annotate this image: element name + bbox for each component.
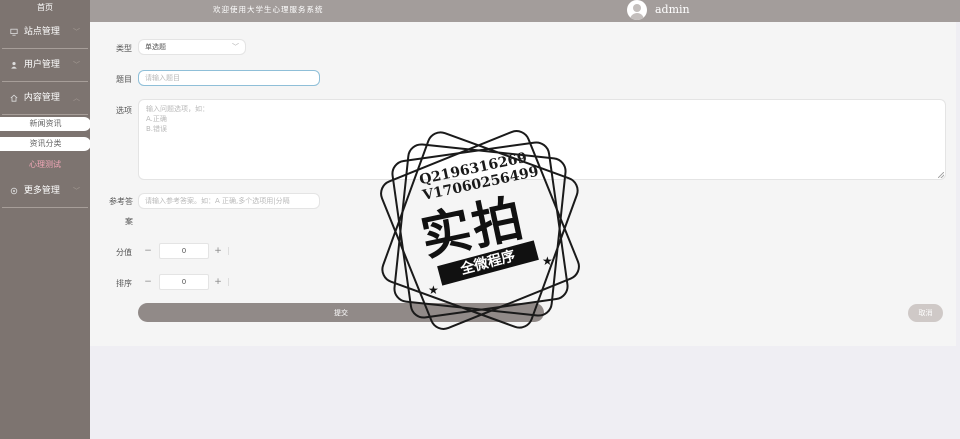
avatar-shoulder <box>630 13 644 20</box>
score-decrement-button[interactable]: − <box>138 243 158 259</box>
score-stepper[interactable]: − 0 + <box>138 243 230 259</box>
sidebar-group-site[interactable]: 站点管理 ﹀ <box>2 16 88 49</box>
sidebar-group-label: 内容管理 <box>23 93 60 103</box>
sort-increment-button[interactable]: + <box>208 274 228 290</box>
answer-input[interactable] <box>138 193 320 209</box>
sidebar-item-news[interactable]: 新闻资讯 <box>0 115 91 135</box>
sidebar-group-label: 用户管理 <box>23 60 60 70</box>
chevron-down-icon: ﹀ <box>73 61 80 69</box>
settings-icon <box>10 187 18 194</box>
sort-label: 排序 <box>116 279 132 288</box>
sidebar-group-user[interactable]: 用户管理 ﹀ <box>2 49 88 82</box>
username[interactable]: admin <box>655 0 690 20</box>
welcome-text: 欢迎使用大学生心理服务系统 <box>213 5 324 14</box>
answer-label: 参考答 <box>109 197 133 206</box>
watermark-stamp: Q2196316269 V17060256499 实拍 全微程序 ★ ★ <box>370 120 590 340</box>
chevron-down-icon: ﹀ <box>232 43 239 51</box>
title-label: 题目 <box>116 75 132 84</box>
top-header: 欢迎使用大学生心理服务系统 admin <box>90 0 960 22</box>
sidebar-group-content[interactable]: 内容管理 ︿ <box>2 82 88 115</box>
sort-decrement-button[interactable]: − <box>138 274 158 290</box>
type-select-value: 单选题 <box>145 43 166 51</box>
sort-stepper[interactable]: − 0 + <box>138 274 230 290</box>
sidebar-item-news-category[interactable]: 资讯分类 <box>0 135 91 155</box>
avatar-head <box>633 4 641 12</box>
type-select[interactable]: 单选题 ﹀ <box>138 39 246 55</box>
star-icon: ★ <box>428 283 439 297</box>
chevron-down-icon: ﹀ <box>73 187 80 195</box>
star-icon: ★ <box>542 254 553 268</box>
sidebar-item-label: 心理测试 <box>29 160 61 169</box>
sort-value[interactable]: 0 <box>159 274 209 290</box>
sidebar-group-label: 站点管理 <box>23 27 60 37</box>
title-input[interactable] <box>138 70 320 86</box>
chevron-down-icon: ﹀ <box>73 28 80 36</box>
sidebar-item-psych-test[interactable]: 心理测试 <box>0 155 90 175</box>
sidebar-group-label: 更多管理 <box>23 186 60 196</box>
cancel-button[interactable]: 取消 <box>908 304 943 322</box>
resize-handle-icon[interactable] <box>938 172 944 178</box>
stepper-divider <box>228 278 229 286</box>
answer-label-wrap: 案 <box>125 217 133 226</box>
sidebar: 首页 站点管理 ﹀ 用户管理 ﹀ 内容管理 ︿ 新闻资讯 资讯分类 心理测试 更… <box>0 0 91 439</box>
monitor-icon <box>10 28 18 36</box>
score-value[interactable]: 0 <box>159 243 209 259</box>
sidebar-item-label: 资讯分类 <box>0 137 91 151</box>
options-label: 选项 <box>116 106 132 115</box>
score-increment-button[interactable]: + <box>208 243 228 259</box>
sidebar-item-label: 新闻资讯 <box>0 117 91 131</box>
sidebar-home[interactable]: 首页 <box>0 0 90 16</box>
avatar[interactable] <box>627 0 647 20</box>
user-icon <box>11 61 17 69</box>
sidebar-group-more[interactable]: 更多管理 ﹀ <box>2 175 88 208</box>
score-label: 分值 <box>116 248 132 257</box>
type-label: 类型 <box>116 44 132 53</box>
stepper-divider <box>228 247 229 255</box>
home-icon <box>10 94 18 102</box>
chevron-up-icon: ︿ <box>73 94 80 102</box>
